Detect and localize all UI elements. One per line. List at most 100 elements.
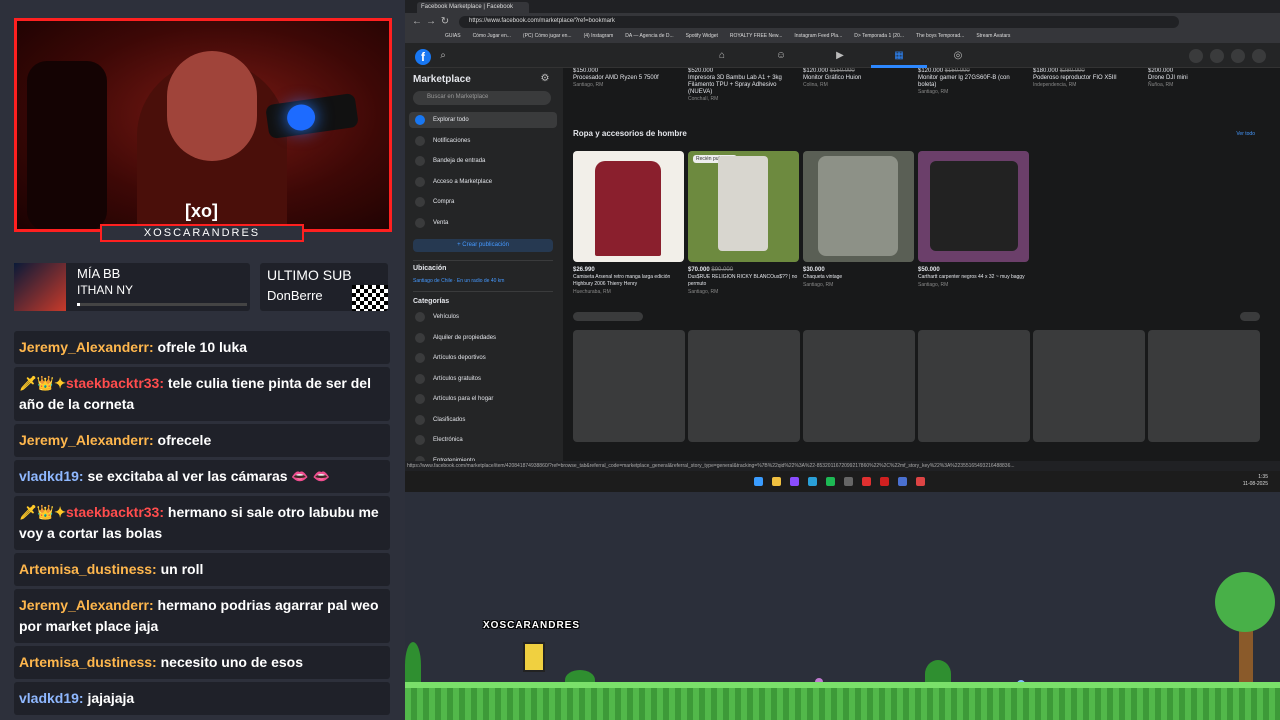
listing-photo[interactable] <box>573 151 684 262</box>
spotify-icon[interactable] <box>826 477 835 486</box>
listing-summary[interactable]: $120.000 $150.000 Monitor gamer lg 27GS60… <box>918 68 1026 96</box>
bookmark-item[interactable]: Cómo Jugar en... <box>473 33 511 39</box>
song-progress-fill <box>77 303 81 306</box>
listing-card[interactable]: $50.000 Carthartt carpenter negros 44 x 3… <box>918 151 1029 288</box>
address-bar[interactable]: https://www.facebook.com/marketplace/?re… <box>459 16 1179 28</box>
sidebar-item[interactable]: Notificaciones <box>409 133 557 149</box>
app-icon[interactable] <box>880 477 889 486</box>
now-playing-widget: MÍA BB ITHAN NY <box>14 263 250 311</box>
category-item[interactable]: Alquiler de propiedades <box>409 330 557 346</box>
listing-title: Monitor gamer lg 27GS60F-B (con boleta) <box>918 75 1010 88</box>
channel-logo: [xo] <box>185 201 218 221</box>
browser-window: Facebook Marketplace | Facebook ← → ↻ ht… <box>405 0 1280 492</box>
listing-summary[interactable]: $120.000 $150.000 Monitor Gráfico Huion Co… <box>803 68 911 89</box>
bookmark-item[interactable]: (PC) Cómo jugar en... <box>523 33 572 39</box>
bookmark-item[interactable]: (4) Instagram <box>584 33 614 39</box>
link-status-bar: https://www.facebook.com/marketplace/ite… <box>405 461 1280 471</box>
category-item[interactable]: Artículos para el hogar <box>409 391 557 407</box>
listing-summary[interactable]: $200.000 Drone DJI mini Ñuñoa, RM <box>1148 68 1256 89</box>
listing-photo[interactable]: Recién publicado <box>688 151 799 262</box>
edge-icon[interactable] <box>808 477 817 486</box>
facebook-topnav: f ⌕ ⌂ ☺ ▶ ▦ ◎ <box>405 43 1280 68</box>
listing-card[interactable]: $26.990 Camiseta Arsenal retro manga larg… <box>573 151 684 295</box>
loading-card <box>573 330 685 442</box>
video-icon[interactable]: ▶ <box>834 50 846 62</box>
listing-photo[interactable] <box>918 151 1029 262</box>
app-icon[interactable] <box>844 477 853 486</box>
listing-photo[interactable] <box>803 151 914 262</box>
sidebar-item[interactable]: Acceso a Marketplace <box>409 174 557 190</box>
home-icon[interactable]: ⌂ <box>716 50 728 62</box>
listing-location: Santiago, RM <box>803 282 834 288</box>
sidebar-item[interactable]: Compra <box>409 194 557 210</box>
app-icon[interactable] <box>898 477 907 486</box>
listing-location: Independencia, RM <box>1033 82 1077 88</box>
chat-username: staekbacktr33: <box>65 504 164 520</box>
listing-price: $30.000 <box>803 267 825 273</box>
listing-card[interactable]: Recién publicado $70.000 $90.000 Dus$RUE R… <box>688 151 799 295</box>
listing-title: Camiseta Arsenal retro manga larga edici… <box>573 274 671 287</box>
marketplace-search-input[interactable]: Buscar en Marketplace <box>413 91 551 105</box>
category-item[interactable]: Electrónica <box>409 432 557 448</box>
app-icon[interactable] <box>862 477 871 486</box>
listing-card[interactable]: $30.000 Chaqueta vintage Santiago, RM <box>803 151 914 288</box>
file-explorer-icon[interactable] <box>772 477 781 486</box>
bookmark-item[interactable]: The boys Temporad... <box>916 33 964 39</box>
stream-avatars-game: XOSCARANDRES <box>405 492 1280 720</box>
category-item[interactable]: Vehículos <box>409 309 557 325</box>
chrome-icon[interactable] <box>916 477 925 486</box>
listing-summary[interactable]: $180.000 $280.000 Poderoso reproductor FI… <box>1033 68 1141 89</box>
listing-summary[interactable]: $520.000 Impresora 3D Bambu Lab A1 + 3kg … <box>688 68 796 103</box>
search-icon[interactable]: ⌕ <box>437 50 449 62</box>
listing-location: Santiago, RM <box>918 282 949 288</box>
location-heading: Ubicación <box>413 265 447 272</box>
listing-title: Poderoso reproductor FIO X5III <box>1033 75 1117 81</box>
friends-icon[interactable]: ☺ <box>775 50 787 62</box>
create-listing-button[interactable]: + Crear publicación <box>413 239 553 252</box>
bookmark-item[interactable]: Stream Avatars <box>976 33 1010 39</box>
windows-start-icon[interactable] <box>754 477 763 486</box>
sidebar-title: Marketplace <box>413 74 471 85</box>
sidebar-item[interactable]: Explorar todo <box>409 112 557 128</box>
system-clock: 1:35 11-08-2025 <box>1243 474 1268 488</box>
see-all-link[interactable]: Ver todo <box>1236 131 1255 137</box>
player-avatar <box>523 642 545 672</box>
category-item[interactable]: Entretenimiento <box>409 453 557 461</box>
gaming-icon[interactable]: ◎ <box>952 50 964 62</box>
listing-title: Procesador AMD Ryzen 5 7500f <box>573 75 659 81</box>
song-title: MÍA BB <box>77 266 121 281</box>
chat-message: vladkd19: se excitaba al ver las cámaras… <box>14 460 390 493</box>
category-item[interactable]: Artículos deportivos <box>409 350 557 366</box>
location-link[interactable]: Santiago de Chile · En un radio de 40 km <box>413 278 504 284</box>
reload-icon[interactable]: ↻ <box>439 16 451 28</box>
bookmark-item[interactable]: ROYALTY FREE New... <box>730 33 783 39</box>
listing-old-price: $280.000 <box>1059 68 1085 74</box>
chat-message: 🗡👑✦staekbacktr33: tele culia tiene pinta… <box>14 367 390 421</box>
back-icon[interactable]: ← <box>411 16 423 28</box>
bookmark-item[interactable]: DA — Agencia de D... <box>625 33 673 39</box>
listing-summary[interactable]: $150.000 Procesador AMD Ryzen 5 7500f Sant… <box>573 68 681 89</box>
notifications-icon[interactable] <box>1231 49 1245 63</box>
sidebar-item[interactable]: Bandeja de entrada <box>409 153 557 169</box>
category-item[interactable]: Artículos gratuitos <box>409 371 557 387</box>
marketplace-icon[interactable]: ▦ <box>893 50 905 62</box>
category-item[interactable]: Clasificados <box>409 412 557 428</box>
bookmark-item[interactable]: Spotify Widget <box>686 33 718 39</box>
gear-icon[interactable]: ⚙ <box>539 73 551 85</box>
tab-marketplace[interactable]: Facebook Marketplace | Facebook <box>417 2 529 13</box>
forward-icon[interactable]: → <box>425 16 437 28</box>
facebook-logo-icon[interactable]: f <box>415 49 431 65</box>
checkered-flag-icon <box>352 285 388 311</box>
menu-icon[interactable] <box>1189 49 1203 63</box>
left-overlay-panel: [xo] XOSCARANDRES MÍA BB ITHAN NY ULTIMO… <box>0 0 405 720</box>
messenger-icon[interactable] <box>1210 49 1224 63</box>
categories-heading: Categorías <box>413 298 450 305</box>
bookmark-item[interactable]: Instagram Feed Pla... <box>794 33 842 39</box>
avatar[interactable] <box>1252 49 1266 63</box>
bookmark-item[interactable]: D> Temporada 1 (20... <box>854 33 904 39</box>
bookmark-item[interactable]: GUIAS <box>445 33 461 39</box>
chat-username: Artemisa_dustiness: <box>19 654 157 670</box>
sidebar-item[interactable]: Venta <box>409 215 557 231</box>
gaming-chair <box>27 61 107 229</box>
discord-icon[interactable] <box>790 477 799 486</box>
